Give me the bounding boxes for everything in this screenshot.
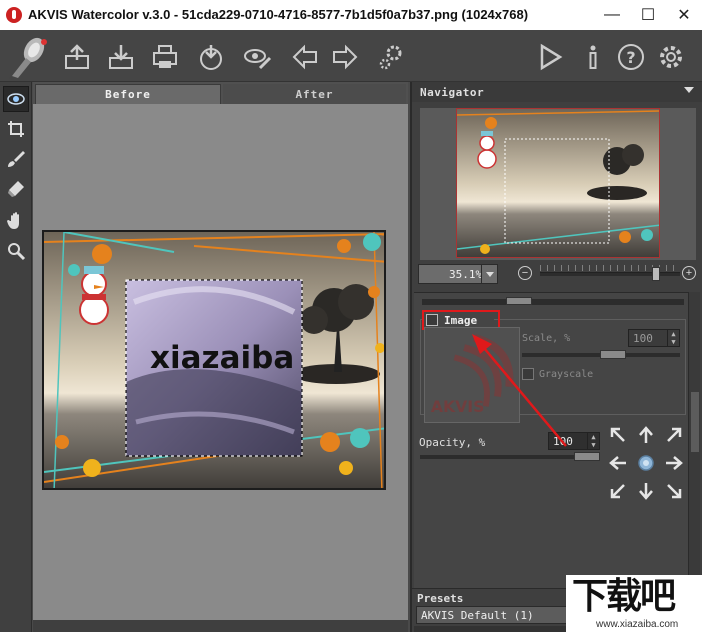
opacity-value: 100 [553, 434, 573, 448]
slider-handle[interactable] [506, 297, 532, 305]
navigator-thumbnail[interactable] [456, 108, 660, 258]
save-icon[interactable] [104, 40, 138, 74]
akvis-app-icon [6, 7, 22, 23]
zoom-out-button[interactable]: − [518, 266, 532, 280]
position-direction-grid [606, 423, 686, 503]
close-button[interactable]: ✕ [666, 0, 702, 30]
spin-down-icon[interactable]: ▼ [591, 441, 595, 449]
navigator-preview[interactable] [420, 108, 696, 260]
chevron-down-icon[interactable] [481, 265, 497, 283]
title-bar: AKVIS Watercolor v.3.0 - 51cda229-0710-4… [0, 0, 702, 30]
strength-slider[interactable] [422, 297, 684, 305]
watermark-url: www.xiazaiba.com [596, 619, 679, 630]
zoom-slider-handle[interactable] [652, 267, 660, 281]
opacity-input[interactable]: 100 ▲ ▼ [548, 432, 600, 450]
spin-up-icon[interactable]: ▲ [671, 330, 675, 338]
navigator-title: Navigator [420, 86, 485, 99]
tool-strip [0, 82, 32, 632]
settings-vertical-scrollbar[interactable] [688, 292, 700, 588]
minimize-button[interactable]: — [594, 0, 630, 30]
arrow-up-left-icon[interactable] [606, 423, 630, 447]
chevron-down-icon[interactable] [684, 87, 694, 93]
akvis-logo-text: AKVIS [431, 397, 484, 416]
slider-handle[interactable] [574, 452, 600, 461]
grayscale-label: Grayscale [539, 368, 594, 380]
print-icon[interactable] [148, 40, 182, 74]
site-watermark: 下载吧 www.xiazaiba.com [566, 575, 702, 632]
zoom-in-button[interactable]: + [682, 266, 696, 280]
navigator-header[interactable]: Navigator [412, 82, 702, 102]
image-preview[interactable]: AKVIS [424, 327, 520, 423]
scale-label: Scale, % [522, 333, 571, 344]
logo-brush-icon [4, 32, 58, 80]
scale-input[interactable]: 100 ▲ ▼ [628, 329, 680, 347]
batch-icon[interactable] [240, 40, 274, 74]
overlay-text: xiazaiba [150, 340, 295, 376]
canvas-horizontal-scrollbar[interactable] [33, 620, 408, 632]
window-title: AKVIS Watercolor v.3.0 - 51cda229-0710-4… [28, 7, 529, 22]
arrow-down-left-icon[interactable] [606, 479, 630, 503]
zoom-row: 35.1% − + [418, 264, 698, 286]
zoom-value: 35.1% [449, 267, 483, 281]
maximize-button[interactable]: ☐ [630, 0, 666, 30]
undo-arrow-icon[interactable] [288, 40, 322, 74]
opacity-label: Opacity, % [419, 436, 486, 449]
help-icon[interactable]: ? [614, 40, 648, 74]
run-icon[interactable] [532, 40, 566, 74]
arrow-down-right-icon[interactable] [662, 479, 686, 503]
brush-icon[interactable] [3, 146, 29, 172]
scale-spinner[interactable]: ▲ ▼ [667, 330, 679, 346]
watermark-brand: 下载吧 [572, 576, 676, 617]
preferences-icon[interactable] [654, 40, 688, 74]
settings-panel: Image AKVIS Scale, % 100 ▲ ▼ Grayscale Op… [414, 292, 690, 588]
hand-icon[interactable] [3, 208, 29, 234]
center-position-icon[interactable] [634, 451, 658, 475]
slider-handle[interactable] [600, 350, 626, 359]
akvis-logo-watermark: AKVIS [431, 333, 514, 416]
arrow-left-icon[interactable] [606, 451, 630, 475]
before-after-tabs: Before After [33, 82, 408, 104]
crop-icon[interactable] [3, 116, 29, 142]
opacity-slider[interactable] [420, 452, 600, 461]
zoom-select[interactable]: 35.1% [418, 264, 498, 284]
grayscale-checkbox[interactable] [522, 368, 534, 380]
spin-up-icon[interactable]: ▲ [591, 433, 595, 441]
grayscale-row[interactable]: Grayscale [522, 368, 593, 380]
tab-after[interactable]: After [223, 84, 406, 104]
right-panel: Navigator 35.1% − + Image AKVIS Scale, %… [410, 82, 702, 632]
preset-select[interactable]: AKVIS Default (1) [416, 606, 576, 624]
main-toolbar: ? [0, 30, 702, 82]
tab-before[interactable]: Before [35, 84, 221, 104]
canvas-area[interactable]: Before After xiazaiba [33, 82, 408, 632]
opacity-spinner[interactable]: ▲ ▼ [587, 433, 599, 449]
svg-text:?: ? [626, 48, 635, 67]
redo-arrow-icon[interactable] [328, 40, 362, 74]
arrow-up-right-icon[interactable] [662, 423, 686, 447]
arrow-up-icon[interactable] [634, 423, 658, 447]
zoom-icon[interactable] [3, 238, 29, 264]
spin-down-icon[interactable]: ▼ [671, 338, 675, 346]
preview-eye-icon[interactable] [3, 86, 29, 112]
info-icon[interactable] [576, 40, 610, 74]
scale-value: 100 [633, 331, 653, 345]
arrow-down-icon[interactable] [634, 479, 658, 503]
arrow-right-icon[interactable] [662, 451, 686, 475]
share-icon[interactable] [194, 40, 228, 74]
plugin-settings-icon[interactable] [374, 40, 408, 74]
scale-slider[interactable] [522, 350, 680, 359]
scrollbar-thumb[interactable] [691, 392, 699, 452]
open-icon[interactable] [60, 40, 94, 74]
eraser-icon[interactable] [3, 176, 29, 202]
source-image[interactable]: xiazaiba [42, 230, 386, 490]
navigator-artwork [457, 109, 659, 257]
